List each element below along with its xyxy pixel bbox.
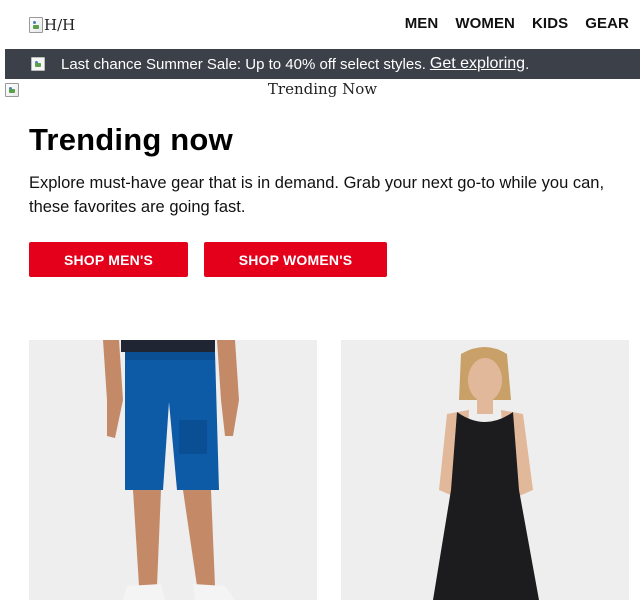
broken-image-icon bbox=[29, 17, 43, 33]
broken-image-icon bbox=[31, 57, 45, 71]
nav-men[interactable]: MEN bbox=[405, 15, 439, 32]
shop-mens-button[interactable]: SHOP MEN'S bbox=[29, 242, 188, 277]
logo-alt-text: H/H bbox=[44, 16, 76, 34]
promo-link[interactable]: Get exploring bbox=[430, 55, 525, 73]
nav-gear[interactable]: GEAR bbox=[585, 15, 629, 32]
brand-logo[interactable]: H/H bbox=[29, 16, 75, 34]
promo-suffix: . bbox=[525, 55, 530, 73]
hero-alt-text: Trending Now bbox=[267, 80, 378, 98]
promo-banner: Last chance Summer Sale: Up to 40% off s… bbox=[5, 49, 640, 79]
main-nav: MEN WOMEN KIDS GEAR bbox=[405, 15, 629, 32]
hero-image: Trending Now bbox=[5, 81, 640, 99]
product-image-shorts[interactable] bbox=[29, 340, 317, 600]
nav-kids[interactable]: KIDS bbox=[532, 15, 568, 32]
shop-womens-button[interactable]: SHOP WOMEN'S bbox=[204, 242, 387, 277]
page-description: Explore must-have gear that is in demand… bbox=[29, 174, 605, 216]
dress-illustration bbox=[433, 347, 539, 600]
product-image-dress[interactable] bbox=[341, 340, 629, 600]
nav-women[interactable]: WOMEN bbox=[455, 15, 515, 32]
promo-text: Last chance Summer Sale: Up to 40% off s… bbox=[61, 55, 426, 73]
site-header: H/H MEN WOMEN KIDS GEAR bbox=[0, 0, 640, 48]
page-title: Trending now bbox=[29, 122, 233, 157]
shorts-illustration bbox=[103, 340, 239, 600]
